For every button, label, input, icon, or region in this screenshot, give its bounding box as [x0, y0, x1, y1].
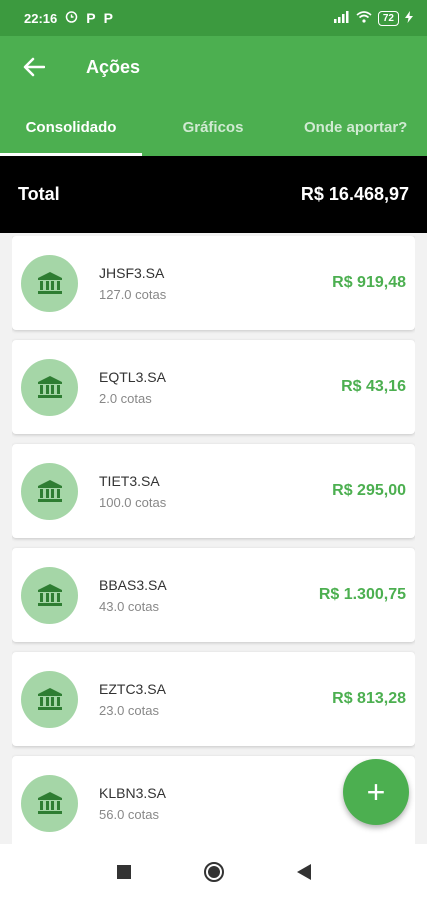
app-bar: Ações: [0, 36, 427, 98]
total-value: R$ 16.468,97: [300, 184, 409, 204]
notification-p-icon: P: [86, 10, 96, 26]
stock-quantity: 43.0 cotas: [99, 598, 159, 614]
signal-icon: [333, 10, 350, 26]
bank-icon: [21, 670, 78, 728]
stock-ticker: JHSF3.SA: [99, 264, 165, 281]
page-title: Ações: [86, 56, 141, 77]
stock-quantity: 100.0 cotas: [99, 494, 167, 510]
battery-icon: 72: [377, 10, 399, 26]
list-item[interactable]: BBAS3.SA 43.0 cotas R$ 1.300,75: [12, 548, 415, 642]
bank-icon: [21, 358, 78, 416]
alarm-icon: [65, 10, 78, 26]
list-item[interactable]: EQTL3.SA 2.0 cotas R$ 43,16: [12, 340, 415, 434]
bank-icon: [21, 254, 78, 312]
stock-value: R$ 295,00: [332, 482, 406, 499]
bank-icon: [21, 462, 78, 520]
add-stock-button[interactable]: +: [343, 759, 409, 825]
total-label: Total: [18, 184, 60, 204]
home-icon[interactable]: [202, 860, 226, 884]
list-item[interactable]: JHSF3.SA 127.0 cotas R$ 919,48: [12, 236, 415, 330]
stock-value: R$ 1.300,75: [318, 586, 406, 603]
stock-quantity: 2.0 cotas: [99, 390, 152, 406]
bank-icon: [21, 774, 78, 832]
back-arrow-icon[interactable]: [20, 53, 48, 81]
back-triangle-icon[interactable]: [292, 860, 316, 884]
charging-icon: [405, 10, 413, 26]
status-bar: 22:16 P P 72: [0, 0, 427, 36]
list-item[interactable]: TIET3.SA 100.0 cotas R$ 295,00: [12, 444, 415, 538]
stock-quantity: 56.0 cotas: [99, 806, 159, 822]
tab-bar: Consolidado Gráficos Onde aportar?: [0, 98, 427, 156]
tab-onde-aportar[interactable]: Onde aportar?: [284, 98, 427, 156]
stock-quantity: 127.0 cotas: [99, 286, 167, 302]
system-nav-bar: [0, 844, 427, 900]
stock-list[interactable]: JHSF3.SA 127.0 cotas R$ 919,48 EQTL3.SA …: [12, 236, 415, 844]
stock-value: R$ 919,48: [332, 274, 406, 291]
stock-ticker: BBAS3.SA: [99, 576, 167, 593]
recents-icon[interactable]: [112, 860, 136, 884]
tab-consolidado[interactable]: Consolidado: [0, 98, 142, 156]
bank-icon: [21, 566, 78, 624]
wifi-icon: [356, 10, 372, 26]
notification-p-icon: P: [103, 10, 113, 26]
tab-graficos[interactable]: Gráficos: [142, 98, 284, 156]
stock-quantity: 23.0 cotas: [99, 702, 159, 718]
stock-ticker: EQTL3.SA: [99, 368, 166, 385]
stock-ticker: TIET3.SA: [99, 472, 160, 489]
stock-value: R$ 43,16: [341, 378, 406, 395]
stock-ticker: EZTC3.SA: [99, 680, 166, 697]
stock-value: R$ 813,28: [332, 690, 406, 707]
total-bar: Total R$ 16.468,97: [0, 156, 427, 233]
status-time: 22:16: [24, 10, 58, 26]
list-item[interactable]: EZTC3.SA 23.0 cotas R$ 813,28: [12, 652, 415, 746]
